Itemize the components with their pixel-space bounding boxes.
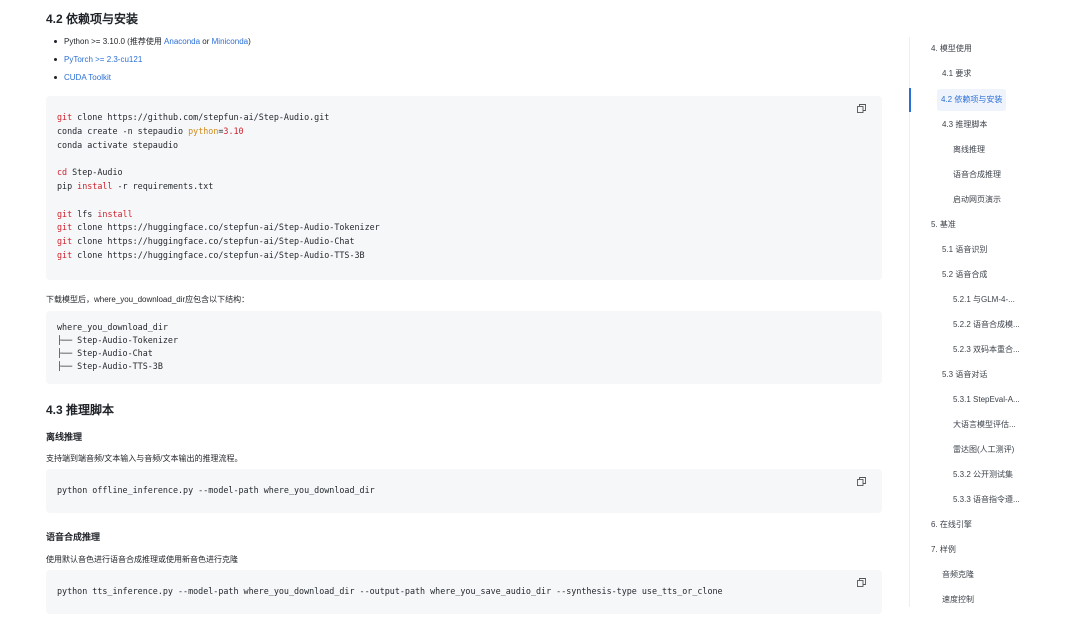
offline-code-block: python offline_inference.py --model-path…	[46, 469, 882, 513]
anaconda-link[interactable]: Anaconda	[164, 37, 200, 46]
toc-item-5-2-3[interactable]: 5.2.3 双码本重合...	[953, 339, 1020, 361]
offline-inference-desc: 支持端到端音频/文本输入与音频/文本输出的推理流程。	[46, 454, 243, 463]
tts-code-block: python tts_inference.py --model-path whe…	[46, 570, 882, 614]
toc-item-5-3-2[interactable]: 5.3.2 公开测试集	[953, 464, 1013, 486]
toc-item-speed-control[interactable]: 速度控制	[942, 589, 974, 611]
tts-inference-desc: 使用默认音色进行语音合成推理或使用新音色进行克隆	[46, 555, 238, 564]
requirements-list: Python >= 3.10.0 (推荐使用 Anaconda or Minic…	[46, 35, 251, 89]
download-note: 下载模型后，where_you_download_dir应包含以下结构：	[46, 295, 250, 304]
dir-tree-code-block: where_you_download_dir ├── Step-Audio-To…	[46, 311, 882, 384]
toc-item-5-2-1[interactable]: 5.2.1 与GLM-4-...	[953, 289, 1015, 311]
toc-item-web-demo[interactable]: 启动网页演示	[953, 189, 1001, 211]
toc-item-4-1[interactable]: 4.1 要求	[942, 63, 971, 85]
install-code: git clone https://github.com/stepfun-ai/…	[57, 112, 380, 260]
toc-item-5-3[interactable]: 5.3 语音对话	[942, 364, 987, 386]
tts-command: python tts_inference.py --model-path whe…	[57, 586, 723, 596]
list-item: CUDA Toolkit	[46, 71, 251, 89]
copy-icon[interactable]	[857, 104, 866, 113]
toc-item-radar[interactable]: 雷达图(人工测评)	[953, 439, 1014, 461]
toc-item-5-2[interactable]: 5.2 语音合成	[942, 264, 987, 286]
miniconda-link[interactable]: Miniconda	[212, 37, 248, 46]
toc-item-5-3-1[interactable]: 5.3.1 StepEval-A...	[953, 389, 1020, 411]
toc-item-llm-eval[interactable]: 大语言模型评估...	[953, 414, 1016, 436]
cuda-toolkit-link[interactable]: CUDA Toolkit	[64, 73, 111, 82]
toc-item-voice-clone[interactable]: 音频克隆	[942, 564, 974, 586]
offline-inference-title: 离线推理	[46, 432, 83, 442]
toc-item-tts[interactable]: 语音合成推理	[953, 164, 1001, 186]
copy-icon[interactable]	[857, 578, 866, 587]
toc-rail	[909, 37, 910, 607]
copy-icon[interactable]	[857, 477, 866, 486]
toc-item-5-1[interactable]: 5.1 语音识别	[942, 239, 987, 261]
section-title-4-2: 4.2 依赖项与安装	[46, 12, 139, 26]
toc-item-offline[interactable]: 离线推理	[953, 139, 985, 161]
toc-item-4[interactable]: 4. 模型使用	[931, 38, 972, 60]
toc-item-7[interactable]: 7. 样例	[931, 539, 956, 561]
toc-item-5-3-3[interactable]: 5.3.3 语音指令遵...	[953, 489, 1020, 511]
toc-item-4-2[interactable]: 4.2 依赖项与安装	[937, 89, 1007, 111]
toc-item-6[interactable]: 6. 在线引擎	[931, 514, 972, 536]
section-title-4-3: 4.3 推理脚本	[46, 403, 115, 417]
tts-inference-title: 语音合成推理	[46, 532, 101, 542]
toc-item-5[interactable]: 5. 基准	[931, 214, 956, 236]
install-code-block: git clone https://github.com/stepfun-ai/…	[46, 96, 882, 280]
pytorch-link[interactable]: PyTorch >= 2.3-cu121	[64, 55, 142, 64]
dir-tree: where_you_download_dir ├── Step-Audio-To…	[57, 322, 179, 371]
offline-command: python offline_inference.py --model-path…	[57, 485, 375, 495]
list-item: PyTorch >= 2.3-cu121	[46, 53, 251, 71]
list-item: Python >= 3.10.0 (推荐使用 Anaconda or Minic…	[46, 35, 251, 53]
toc-active-indicator	[909, 88, 911, 112]
toc-item-5-2-2[interactable]: 5.2.2 语音合成模...	[953, 314, 1020, 336]
toc-item-4-3[interactable]: 4.3 推理脚本	[942, 114, 987, 136]
